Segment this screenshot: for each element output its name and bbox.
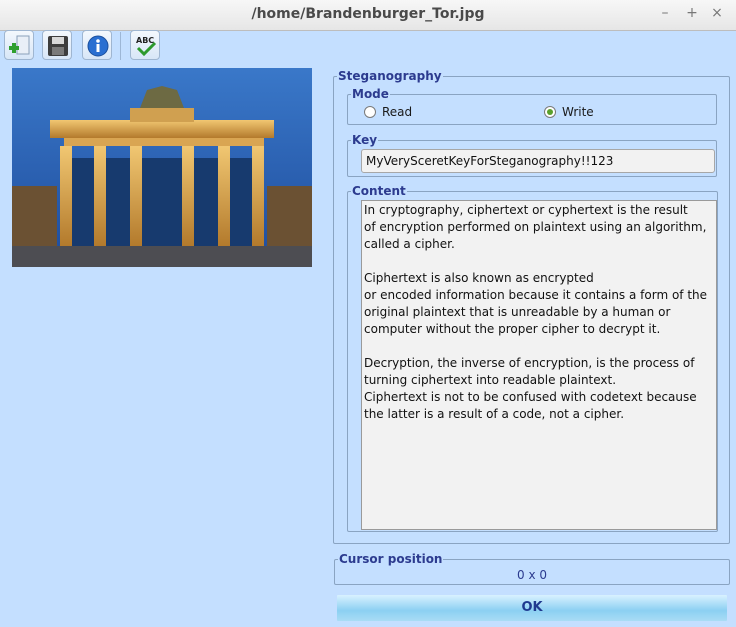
key-label: Key xyxy=(351,133,379,147)
ok-button[interactable]: OK xyxy=(337,595,727,621)
save-button[interactable] xyxy=(42,30,72,60)
title-bar: /home/Brandenburger_Tor.jpg – + × xyxy=(0,0,736,31)
spellcheck-icon: ABC xyxy=(136,36,157,57)
cursor-position-group: Cursor position 0 x 0 xyxy=(334,552,730,585)
toolbar-separator xyxy=(120,32,121,60)
write-radio[interactable]: Write xyxy=(544,105,594,119)
maximize-button[interactable]: + xyxy=(683,5,701,21)
mode-label: Mode xyxy=(351,87,390,101)
toolbar: ABC xyxy=(0,30,736,64)
key-input[interactable] xyxy=(361,149,715,173)
content-textarea[interactable]: In cryptography, ciphertext or cyphertex… xyxy=(361,200,717,530)
read-radio[interactable]: Read xyxy=(364,105,412,119)
content-label: Content xyxy=(351,184,407,198)
open-button[interactable] xyxy=(4,30,34,60)
save-icon xyxy=(48,36,68,56)
steganography-label: Steganography xyxy=(337,69,443,83)
read-radio-label: Read xyxy=(382,105,413,119)
minimize-button[interactable]: – xyxy=(656,5,674,21)
open-icon xyxy=(9,35,30,55)
window-title: /home/Brandenburger_Tor.jpg xyxy=(251,6,485,22)
close-button[interactable]: × xyxy=(708,5,726,21)
write-radio-button[interactable] xyxy=(544,106,556,118)
mode-group: Mode Read Write xyxy=(347,87,717,125)
spellcheck-button[interactable]: ABC xyxy=(130,30,160,60)
steganography-group: Steganography Mode Read Write Key Conten… xyxy=(333,69,730,544)
info-button[interactable] xyxy=(82,30,112,60)
write-radio-label: Write xyxy=(562,105,594,119)
key-group: Key xyxy=(347,133,717,177)
cursor-position-value: 0 x 0 xyxy=(517,568,547,582)
image-preview xyxy=(12,68,312,267)
read-radio-button[interactable] xyxy=(364,106,376,118)
spellcheck-text: ABC xyxy=(136,36,154,45)
info-icon xyxy=(87,35,109,57)
cursor-position-label: Cursor position xyxy=(338,552,444,566)
app-window: /home/Brandenburger_Tor.jpg – + × ABC St… xyxy=(0,0,736,627)
content-group: Content In cryptography, ciphertext or c… xyxy=(347,184,718,532)
